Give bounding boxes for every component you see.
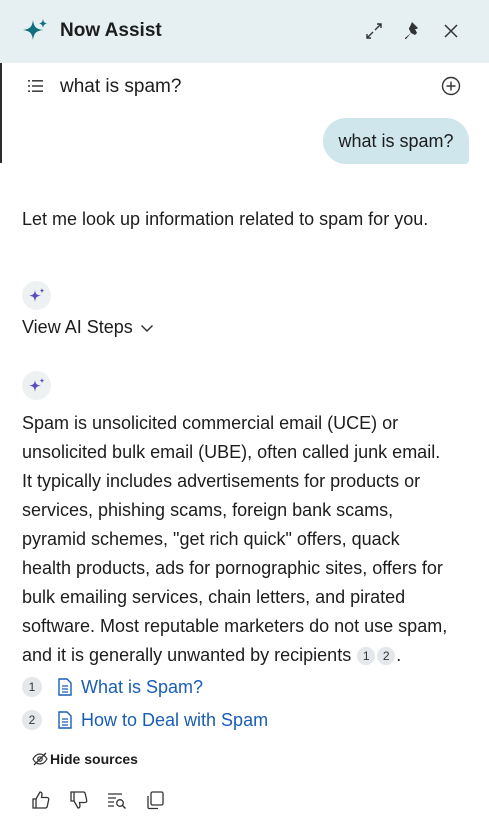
document-icon	[58, 711, 72, 729]
answer-line: pyramid schemes, "get rich quick" offers…	[22, 529, 400, 549]
source-link[interactable]: How to Deal with Spam	[81, 710, 268, 731]
copy-icon	[147, 791, 164, 810]
copy-button[interactable]	[144, 789, 166, 811]
hide-sources-label: Hide sources	[50, 751, 138, 767]
assistant-intro-text: Let me look up information related to sp…	[22, 209, 429, 229]
answer-line: health products, ads for pornographic si…	[22, 558, 443, 578]
citation-badge[interactable]: 1	[357, 647, 376, 665]
answer-line: Spam is unsolicited commercial email (UC…	[22, 413, 399, 433]
new-chat-icon[interactable]	[440, 75, 462, 97]
chevron-down-icon	[140, 324, 153, 332]
view-ai-steps-label: View AI Steps	[22, 317, 133, 337]
source-item[interactable]: 1 What is Spam?	[22, 674, 203, 700]
citation-badge[interactable]: 2	[377, 647, 396, 665]
source-number: 1	[22, 677, 42, 697]
source-item[interactable]: 2 How to Deal with Spam	[22, 707, 268, 733]
answer-line-last: and it is generally unwanted by recipien…	[22, 641, 474, 670]
thumbs-up-button[interactable]	[30, 789, 52, 811]
close-button[interactable]	[440, 20, 462, 42]
conversation-title: what is spam?	[60, 76, 182, 97]
user-message-bubble: what is spam?	[323, 118, 469, 164]
assistant-answer: Spam is unsolicited commercial email (UC…	[22, 409, 474, 670]
answer-line: and it is generally unwanted by recipien…	[22, 645, 352, 665]
view-ai-steps-toggle[interactable]: View AI Steps	[22, 317, 154, 338]
assistant-avatar	[22, 281, 51, 310]
conversation-bar: what is spam?	[0, 63, 489, 109]
thumbs-up-icon	[32, 791, 50, 809]
pin-button[interactable]	[402, 20, 424, 42]
pin-icon	[405, 22, 418, 39]
menu-icon[interactable]	[26, 77, 46, 95]
document-icon	[58, 678, 72, 696]
source-link[interactable]: What is Spam?	[81, 677, 203, 698]
thumbs-down-icon	[70, 791, 88, 809]
answer-line: bulk emailing services, chain letters, a…	[22, 587, 406, 607]
sparkle-icon	[28, 287, 44, 302]
assistant-avatar	[22, 371, 51, 400]
sparkle-logo-icon	[23, 19, 47, 40]
sparkle-icon	[28, 377, 44, 392]
expand-button[interactable]	[363, 20, 385, 42]
app-title: Now Assist	[60, 20, 162, 41]
answer-line: software. Most reputable marketers do no…	[22, 616, 448, 636]
view-sources-button[interactable]	[106, 789, 128, 811]
answer-line: It typically includes advertisements for…	[22, 471, 421, 491]
expand-icon	[366, 23, 382, 39]
header-bar: Now Assist	[0, 0, 489, 63]
feedback-actions	[30, 789, 182, 811]
thumbs-down-button[interactable]	[68, 789, 90, 811]
source-number: 2	[22, 710, 42, 730]
answer-line: unsolicited bulk email (UBE), often call…	[22, 442, 441, 462]
hide-sources-button[interactable]: Hide sources	[32, 751, 138, 767]
search-list-icon	[108, 793, 126, 809]
user-message-text: what is spam?	[338, 130, 454, 151]
answer-line: services, phishing scams, foreign bank s…	[22, 500, 394, 520]
eye-off-icon	[32, 752, 48, 766]
close-icon	[444, 24, 458, 38]
answer-end: .	[396, 645, 402, 665]
